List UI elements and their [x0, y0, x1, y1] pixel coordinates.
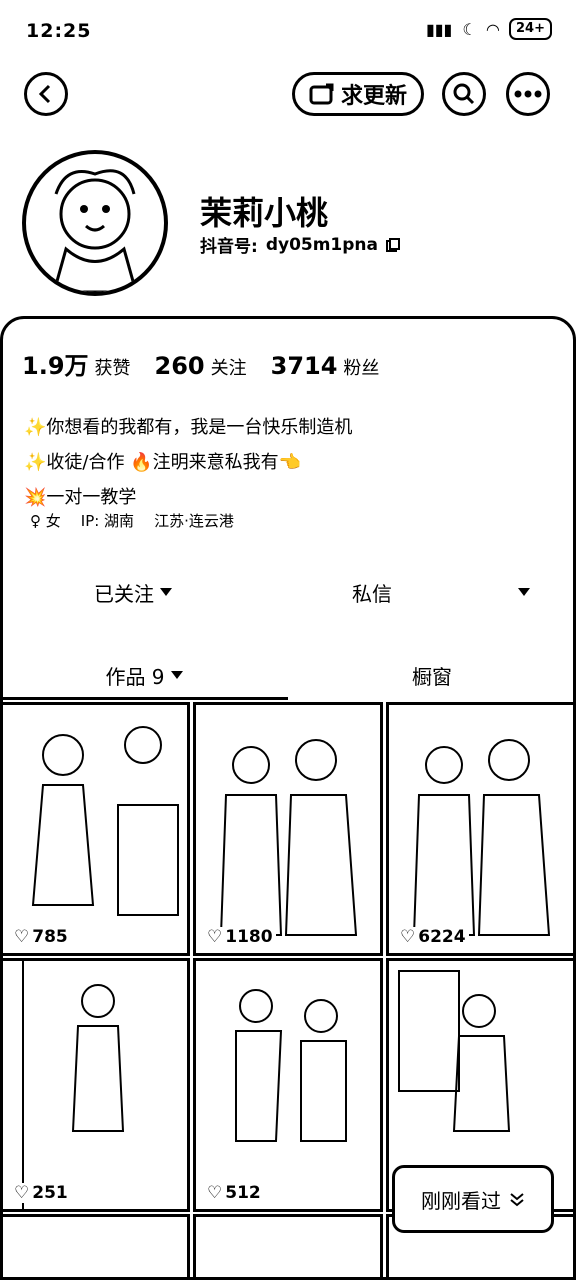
tab-works[interactable]: 作品 9: [0, 650, 288, 700]
follow-label: 已关注: [94, 581, 154, 606]
profile-tags: ♀ 女 IP: 湖南 江苏·连云港: [30, 510, 234, 531]
chevron-down-icon: [518, 588, 530, 596]
video-preview: [412, 739, 551, 936]
battery-indicator: 24+: [509, 18, 552, 40]
like-count-value: 785: [32, 927, 68, 947]
ip-tag: IP: 湖南: [80, 512, 135, 530]
heart-icon: ♡: [14, 927, 30, 947]
video-thumbnail[interactable]: ♡ 6224: [386, 702, 576, 956]
more-button[interactable]: [506, 72, 550, 116]
avatar-illustration: [52, 169, 138, 292]
request-update-button[interactable]: 求更新: [292, 72, 425, 116]
video-preview: [219, 739, 358, 936]
update-icon: [309, 83, 334, 105]
video-preview: [31, 726, 179, 916]
video-preview: [235, 989, 347, 1142]
stat-likes-value: 1.9万: [22, 352, 89, 380]
status-icons: ▮▮▮ ☾ ◠ 24+: [426, 18, 552, 40]
location-tag: 江苏·连云港: [154, 512, 234, 530]
gender-tag: ♀ 女: [30, 512, 61, 530]
like-count-value: 1180: [225, 927, 273, 947]
message-button[interactable]: 私信: [352, 570, 392, 614]
stat-followers-value: 3714: [270, 352, 338, 380]
tab-indicator: [0, 697, 288, 700]
like-count: ♡ 251: [11, 1183, 71, 1203]
stat-likes-label: 获赞: [94, 358, 131, 379]
just-watched-button[interactable]: 刚刚看过: [392, 1165, 554, 1233]
stat-following-label: 关注: [210, 358, 247, 379]
video-preview: [22, 961, 125, 1209]
status-time: 12:25: [26, 20, 92, 42]
video-thumbnail[interactable]: ♡ 1180: [193, 702, 383, 956]
profile-id: 抖音号: dy05m1pna: [200, 232, 401, 257]
heart-icon: ♡: [207, 1183, 223, 1203]
like-count-value: 512: [225, 1183, 261, 1203]
status-bar: 12:25 ▮▮▮ ☾ ◠ 24+: [0, 0, 576, 64]
video-thumbnail[interactable]: [193, 1214, 383, 1280]
action-row: 已关注 私信: [0, 570, 576, 614]
copy-icon[interactable]: [386, 237, 401, 252]
video-thumbnail[interactable]: ♡ 785: [0, 702, 190, 956]
wifi-icon: ◠: [486, 19, 500, 39]
profile-name: 茉莉小桃: [200, 194, 329, 232]
heart-icon: ♡: [14, 1183, 30, 1203]
stat-following[interactable]: 260 关注: [155, 352, 247, 380]
chevron-down-icon: [510, 1193, 524, 1207]
like-count: ♡ 1180: [204, 927, 276, 947]
follow-button[interactable]: 已关注: [94, 570, 172, 614]
like-count: ♡ 785: [11, 927, 71, 947]
tab-showcase[interactable]: 橱窗: [288, 650, 576, 700]
tab-works-label: 作品 9: [105, 664, 165, 689]
chevron-down-icon: [170, 671, 183, 679]
like-count-value: 6224: [418, 927, 466, 947]
profile-id-label: 抖音号:: [200, 237, 258, 257]
profile-id-value: dy05m1pna: [265, 234, 379, 255]
message-label: 私信: [352, 581, 392, 606]
like-count: ♡ 512: [204, 1183, 264, 1203]
avatar[interactable]: [22, 150, 168, 296]
video-thumbnail[interactable]: ♡ 251: [0, 958, 190, 1212]
video-thumbnail[interactable]: ♡ 512: [193, 958, 383, 1212]
just-watched-label: 刚刚看过: [421, 1188, 501, 1213]
bio-line: ✨你想看的我都有，我是一台快乐制造机: [24, 417, 353, 438]
like-count-value: 251: [32, 1183, 68, 1203]
signal-icon: ▮▮▮: [425, 19, 453, 39]
moon-icon: ☾: [462, 19, 477, 39]
back-icon: [38, 84, 51, 104]
bio-line: ✨收徒/合作 🔥注明来意私我有👈: [24, 452, 302, 473]
request-update-label: 求更新: [341, 84, 408, 109]
profile-bio: ✨你想看的我都有，我是一台快乐制造机 ✨收徒/合作 🔥注明来意私我有👈 💥一对一…: [24, 410, 352, 515]
stat-followers[interactable]: 3714 粉丝: [271, 352, 380, 380]
profile-stats: 1.9万 获赞 260 关注 3714 粉丝: [22, 346, 379, 381]
more-icon: [514, 90, 542, 98]
back-button[interactable]: [24, 72, 68, 116]
stat-followers-label: 粉丝: [343, 358, 380, 379]
heart-icon: ♡: [207, 927, 223, 947]
tab-showcase-label: 橱窗: [412, 664, 452, 689]
chevron-down-icon: [160, 588, 172, 596]
stat-following-value: 260: [154, 352, 205, 380]
search-button[interactable]: [442, 72, 486, 116]
video-thumbnail[interactable]: [0, 1214, 190, 1280]
tab-bar: 作品 9 橱窗: [0, 650, 576, 700]
more-actions-button[interactable]: [512, 570, 530, 614]
like-count: ♡ 6224: [397, 927, 469, 947]
stat-likes[interactable]: 1.9万 获赞: [22, 346, 131, 381]
search-icon: [453, 83, 475, 105]
heart-icon: ♡: [400, 927, 416, 947]
